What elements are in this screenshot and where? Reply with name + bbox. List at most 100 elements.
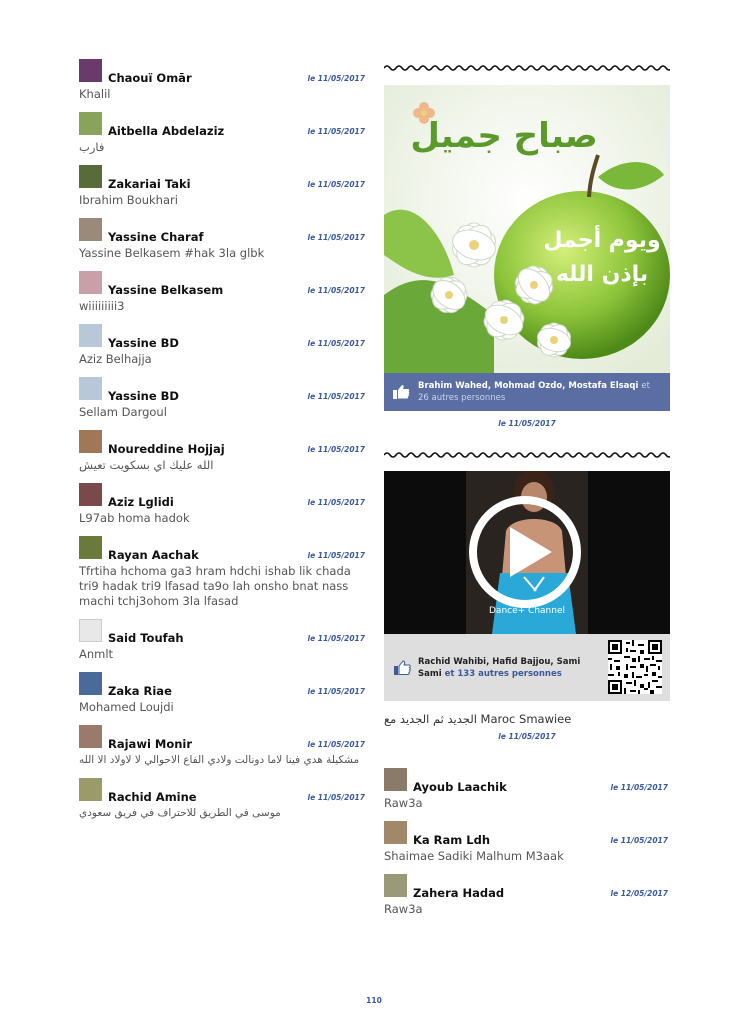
comment: Yassine Charaf le 11/05/2017 Yassine Belk… [79,216,367,269]
post-date: le 11/05/2017 [498,419,556,428]
comment-date: le 11/05/2017 [307,687,366,696]
avatar[interactable] [79,324,102,347]
video-thumbnail[interactable]: Dance+ Channel [384,471,670,634]
comment-author[interactable]: Rachid Amine [108,790,197,804]
comment-author[interactable]: Zahera Hadad [413,886,504,900]
comment-author[interactable]: Zaka Riae [108,684,172,698]
comment-date: le 11/05/2017 [307,286,366,295]
comment-text: Anmlt [79,647,114,661]
comment-date: le 11/05/2017 [307,233,366,242]
comment: Yassine Belkasem le 11/05/2017 wiiiiiiiii… [79,269,367,322]
comment-date: le 11/05/2017 [307,127,366,136]
like-bar: Brahim Wahed, Mohmad Ozdo, Mostafa Elsaq… [384,373,670,411]
comment: Yassine BD le 11/05/2017 Aziz Belhajja [79,322,367,375]
comment-author[interactable]: Yassine Charaf [108,230,203,244]
like-names[interactable]: Brahim Wahed, Mohmad Ozdo, Mostafa Elsaq… [418,381,638,391]
comment-date: le 11/05/2017 [307,392,366,401]
avatar[interactable] [79,377,102,400]
comment-text: الله عليك اي بسكويت تعيش [79,458,214,472]
wavy-divider [383,65,673,71]
thumbs-up-icon[interactable] [392,384,410,400]
comment-text: Raw3a [384,796,423,810]
wavy-divider [383,452,673,458]
page-number: 110 [366,996,382,1005]
comment-text: Khalil [79,87,111,101]
comment-author[interactable]: Yassine BD [108,336,179,350]
comment-text: Aziz Belhajja [79,352,152,366]
comment-date: le 11/05/2017 [610,783,669,792]
comment-author[interactable]: Ka Ram Ldh [413,833,490,847]
comment-author[interactable]: Ayoub Laachik [413,780,507,794]
post-image-apple[interactable]: صباح جميل ويوم أجمل بإذن الله [384,85,670,373]
comment: Said Toufah le 11/05/2017 Anmlt [79,617,367,670]
comment-date: le 11/05/2017 [307,740,366,749]
avatar[interactable] [79,218,102,241]
avatar[interactable] [79,430,102,453]
comment-date: le 11/05/2017 [610,836,669,845]
avatar[interactable] [79,165,102,188]
comment-text: wiiiiiiiii3 [79,299,125,313]
comment-date: le 12/05/2017 [610,889,669,898]
comment-date: le 11/05/2017 [307,793,366,802]
qr-code [608,640,662,694]
image-subtitle-text-2: بإذن الله [556,262,648,287]
avatar[interactable] [79,271,102,294]
comment-text: Yassine Belkasem #hak 3la glbk [79,246,265,260]
avatar[interactable] [79,483,102,506]
comment-author[interactable]: Rajawi Monir [108,737,192,751]
comment-text: Sellam Dargoul [79,405,167,419]
comment-text: Raw3a [384,902,423,916]
comment: Zahera Hadad le 12/05/2017 Raw3a [384,872,670,925]
avatar[interactable] [79,536,102,559]
comment-text: فارب [79,140,105,154]
comment-text: مشكيلة هدي فينا لاما دونالت ولادي الفاع … [79,754,360,766]
comment: Yassine BD le 11/05/2017 Sellam Dargoul [79,375,367,428]
comment-text: Tfrtiha hchoma ga3 hram hdchi ishab lik … [79,564,351,608]
play-button-icon[interactable] [468,495,582,609]
comment-author[interactable]: Zakariai Taki [108,177,191,191]
avatar[interactable] [79,619,102,642]
like-others[interactable]: et 133 autres personnes [445,669,562,679]
comment-author[interactable]: Aitbella Abdelaziz [108,124,224,138]
comment-author[interactable]: Rayan Aachak [108,548,199,562]
apple-flowers-illustration: صباح جميل ويوم أجمل بإذن الله [384,85,670,373]
avatar[interactable] [79,672,102,695]
comment: Noureddine Hojjaj le 11/05/2017 الله عليك… [79,428,367,481]
right-post-column: صباح جميل ويوم أجمل بإذن الله Brahim Wah… [383,57,673,925]
comment-author[interactable]: Aziz Lglidi [108,495,174,509]
comment-author[interactable]: Noureddine Hojjaj [108,442,225,456]
comment: Aitbella Abdelaziz le 11/05/2017 فارب [79,110,367,163]
comment-date: le 11/05/2017 [307,634,366,643]
comment-author[interactable]: Chaouï Omār [108,71,192,85]
comment: Ayoub Laachik le 11/05/2017 Raw3a [384,766,670,819]
comment: Ka Ram Ldh le 11/05/2017 Shaimae Sadiki M… [384,819,670,872]
comment-author[interactable]: Yassine Belkasem [108,283,223,297]
comment-text: Mohamed Loujdi [79,700,174,714]
avatar[interactable] [384,821,407,844]
avatar[interactable] [384,874,407,897]
thumbs-up-icon[interactable] [393,660,411,676]
comment-author[interactable]: Said Toufah [108,631,184,645]
avatar[interactable] [79,778,102,801]
comment: Chaouï Omār le 11/05/2017 Khalil [79,57,367,110]
avatar[interactable] [384,768,407,791]
post-date: le 11/05/2017 [498,732,556,741]
avatar[interactable] [79,112,102,135]
comment-date: le 11/05/2017 [307,551,366,560]
like-bar: Rachid Wahibi, Hafid Bajjou, Sami Sami e… [384,634,670,701]
comment-text: Shaimae Sadiki Malhum M3aak [384,849,564,863]
avatar[interactable] [79,725,102,748]
image-subtitle-text: ويوم أجمل [543,224,660,253]
left-comment-column: Chaouï Omār le 11/05/2017 Khalil Aitbella… [79,57,367,829]
video-channel-label: Dance+ Channel [489,606,565,616]
comment: Zaka Riae le 11/05/2017 Mohamed Loujdi [79,670,367,723]
avatar[interactable] [79,59,102,82]
comment-author[interactable]: Yassine BD [108,389,179,403]
comment-date: le 11/05/2017 [307,445,366,454]
like-summary: Brahim Wahed, Mohmad Ozdo, Mostafa Elsaq… [418,380,662,404]
post-caption: الجديد ثم الجديد مع Maroc Smawiee [384,712,572,726]
comment: Rachid Amine le 11/05/2017 موسى في الطريق… [79,776,367,829]
comment-text: موسى في الطريق للاحتراف في فريق سعودي [79,807,281,819]
comment-text: Ibrahim Boukhari [79,193,178,207]
comment-date: le 11/05/2017 [307,180,366,189]
